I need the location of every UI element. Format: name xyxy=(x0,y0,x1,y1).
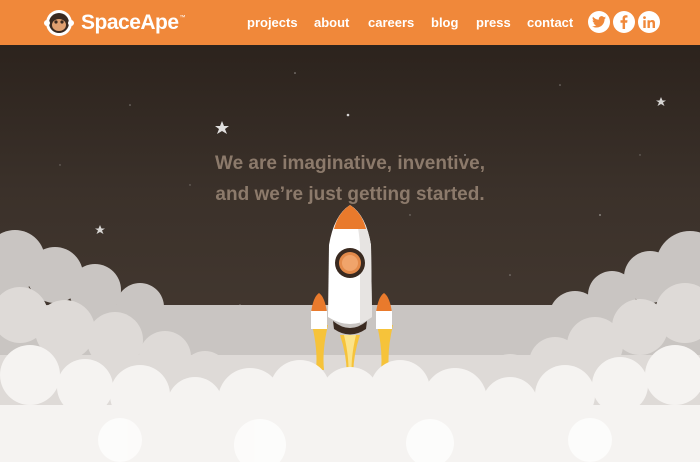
twitter-icon xyxy=(592,16,606,28)
nav-projects[interactable]: projects xyxy=(247,15,298,30)
facebook-link[interactable] xyxy=(613,11,635,33)
site-header: SpaceApe ™ projects about careers blog p… xyxy=(0,0,700,45)
linkedin-link[interactable] xyxy=(638,11,660,33)
hero-illustration xyxy=(0,72,700,462)
nav-contact[interactable]: contact xyxy=(527,15,573,30)
facebook-icon xyxy=(620,15,628,29)
hero-tagline-line2: and we’re just getting started. xyxy=(215,184,485,205)
nav-careers[interactable]: careers xyxy=(368,15,414,30)
hero-tagline-line1: We are imaginative, inventive, xyxy=(215,153,485,174)
nav-blog[interactable]: blog xyxy=(431,15,458,30)
nav-press[interactable]: press xyxy=(476,15,511,30)
hero-section: We are imaginative, inventive, and we’re… xyxy=(0,45,700,462)
nav-about[interactable]: about xyxy=(314,15,349,30)
twitter-link[interactable] xyxy=(588,11,610,33)
linkedin-icon xyxy=(643,16,655,28)
